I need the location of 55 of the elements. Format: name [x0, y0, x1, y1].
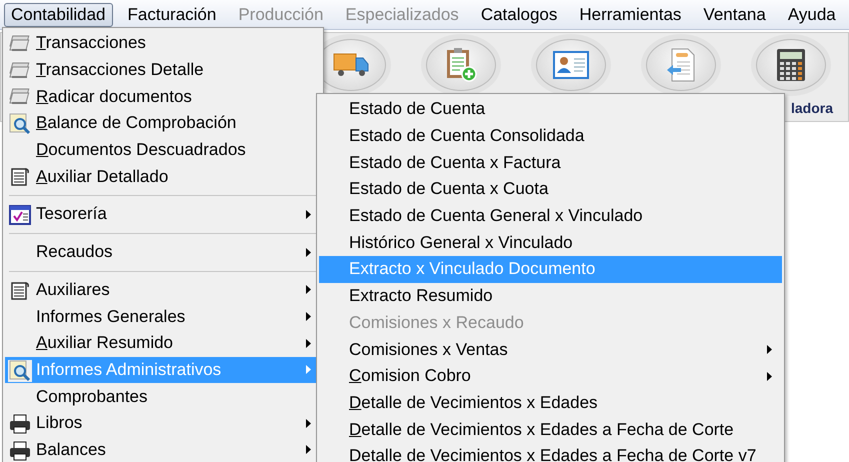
printer-icon: [9, 440, 31, 461]
menu-bar-item[interactable]: Ayuda: [780, 2, 843, 26]
submenu-arrow-icon: [306, 445, 311, 454]
submenu-arrow-icon: [306, 285, 311, 294]
menu-bar-item[interactable]: Contabilidad: [4, 2, 113, 26]
submenu-arrow-icon: [306, 248, 311, 257]
submenu-arrow-icon: [306, 418, 311, 428]
menu-item[interactable]: Auxiliares: [5, 276, 321, 304]
menu-item[interactable]: Auxiliar Detallado: [5, 163, 321, 190]
menu-item[interactable]: Detalle de Vecimientos x Edades a Fecha de Corte: [319, 416, 782, 443]
printer-icon: [9, 414, 31, 434]
calculator-icon: [776, 48, 806, 82]
menu-item[interactable]: Extracto Resumido: [319, 282, 782, 310]
submenu-arrow-icon: [306, 338, 311, 348]
stacked-papers-icon: [9, 62, 31, 80]
menu-item[interactable]: Auxiliar Resumido: [5, 330, 321, 357]
submenu-arrow-icon: [767, 372, 772, 381]
notebook-icon: [10, 280, 30, 300]
clipboard-plus-icon: [444, 47, 478, 83]
menu-item[interactable]: Recaudos: [5, 238, 321, 266]
menu-bar-item[interactable]: Herramientas: [572, 2, 688, 26]
menu-item[interactable]: Transacciones Detalle: [5, 56, 321, 84]
menu-item[interactable]: Balances: [5, 436, 321, 462]
magnifier-icon: [9, 360, 31, 382]
menu-item[interactable]: Informes Generales: [5, 303, 321, 330]
document-arrow-icon: [666, 48, 696, 82]
menu-item[interactable]: Transacciones: [5, 30, 321, 57]
submenu-arrow-icon: [767, 345, 772, 354]
menu-item[interactable]: Balance de Comprobación: [5, 110, 321, 137]
submenu-arrow-icon: [306, 210, 311, 219]
menu-item[interactable]: Comision Cobro: [319, 362, 782, 390]
toolbar-caption: ladora: [791, 100, 834, 116]
submenu-arrow-icon: [306, 365, 311, 374]
menu-bar-item[interactable]: Facturación: [120, 2, 224, 26]
menu-item[interactable]: Tesorería: [5, 201, 321, 228]
submenu-arrow-icon: [306, 312, 311, 322]
menu-item[interactable]: Estado de Cuenta x Cuota: [319, 176, 782, 203]
id-card-icon: [553, 51, 589, 79]
notebook-icon: [10, 167, 30, 188]
menu-item[interactable]: Histórico General x Vinculado: [319, 229, 782, 256]
truck-icon: [333, 52, 369, 78]
menu-item[interactable]: Libros: [5, 410, 321, 437]
menu-item[interactable]: Comisiones x Ventas: [319, 336, 782, 363]
menu-bar-item[interactable]: Ventana: [696, 2, 773, 26]
magnifier-icon: [9, 113, 31, 136]
menu-item[interactable]: Estado de Cuenta x Factura: [319, 149, 782, 176]
menu-item[interactable]: Detalle de Vecimientos x Edades: [319, 390, 782, 416]
stacked-papers-icon: [9, 88, 31, 106]
menu-bar-item[interactable]: Catalogos: [474, 2, 564, 26]
menu-item[interactable]: Estado de Cuenta Consolidada: [319, 122, 782, 150]
menu-item[interactable]: Estado de Cuenta: [319, 96, 782, 123]
checklist-window-icon: [9, 205, 31, 226]
stacked-papers-icon: [9, 35, 31, 53]
menu-item[interactable]: Estado de Cuenta General x Vinculado: [319, 202, 782, 230]
menu-item[interactable]: Detalle de Vecimientos x Edades a Fecha de Corte v7: [319, 442, 782, 462]
